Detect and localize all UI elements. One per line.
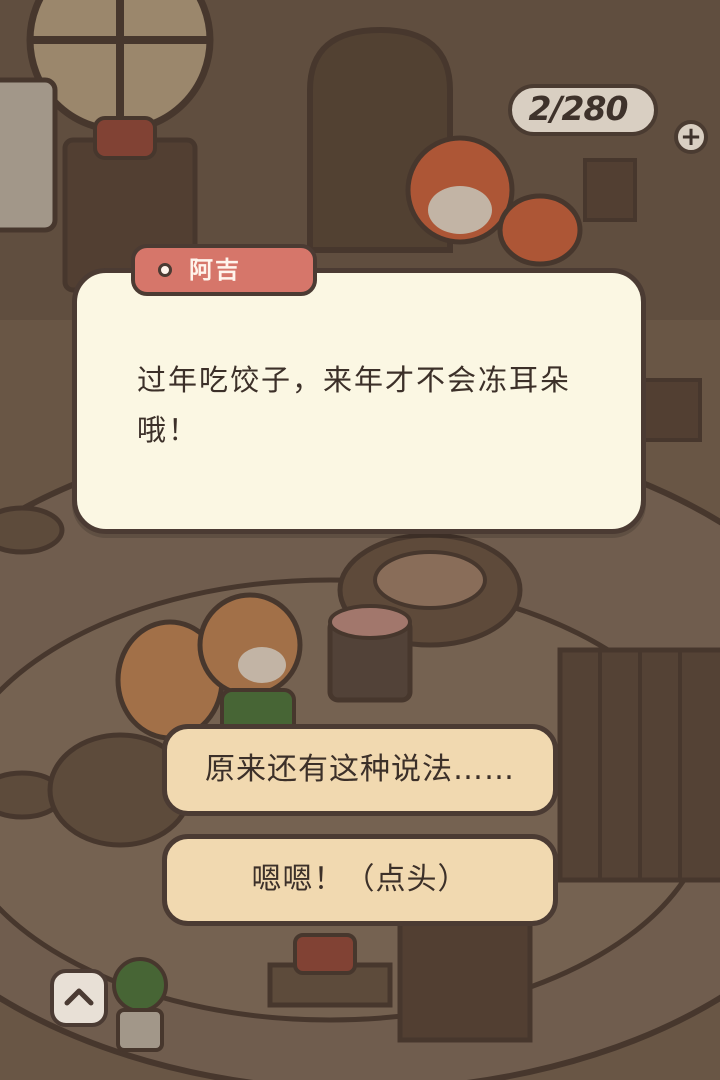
- choice-button-2[interactable]: 嗯嗯！（点头）: [162, 834, 558, 926]
- plus-icon[interactable]: +: [674, 120, 708, 154]
- chevron-up-icon: [64, 988, 94, 1006]
- dot-icon: [158, 263, 172, 277]
- choice-button-1[interactable]: 原来还有这种说法……: [162, 724, 558, 816]
- speaker-nameplate: 阿吉: [131, 244, 317, 296]
- scroll-up-button[interactable]: [50, 969, 108, 1027]
- dialog-text: 过年吃饺子，来年才不会冻耳朵哦！: [137, 363, 572, 447]
- dialog-box[interactable]: 过年吃饺子，来年才不会冻耳朵哦！: [72, 268, 646, 534]
- currency-value: 2/280: [528, 89, 629, 128]
- speaker-name: 阿吉: [189, 256, 241, 284]
- currency-counter: 2/280 +: [508, 80, 708, 154]
